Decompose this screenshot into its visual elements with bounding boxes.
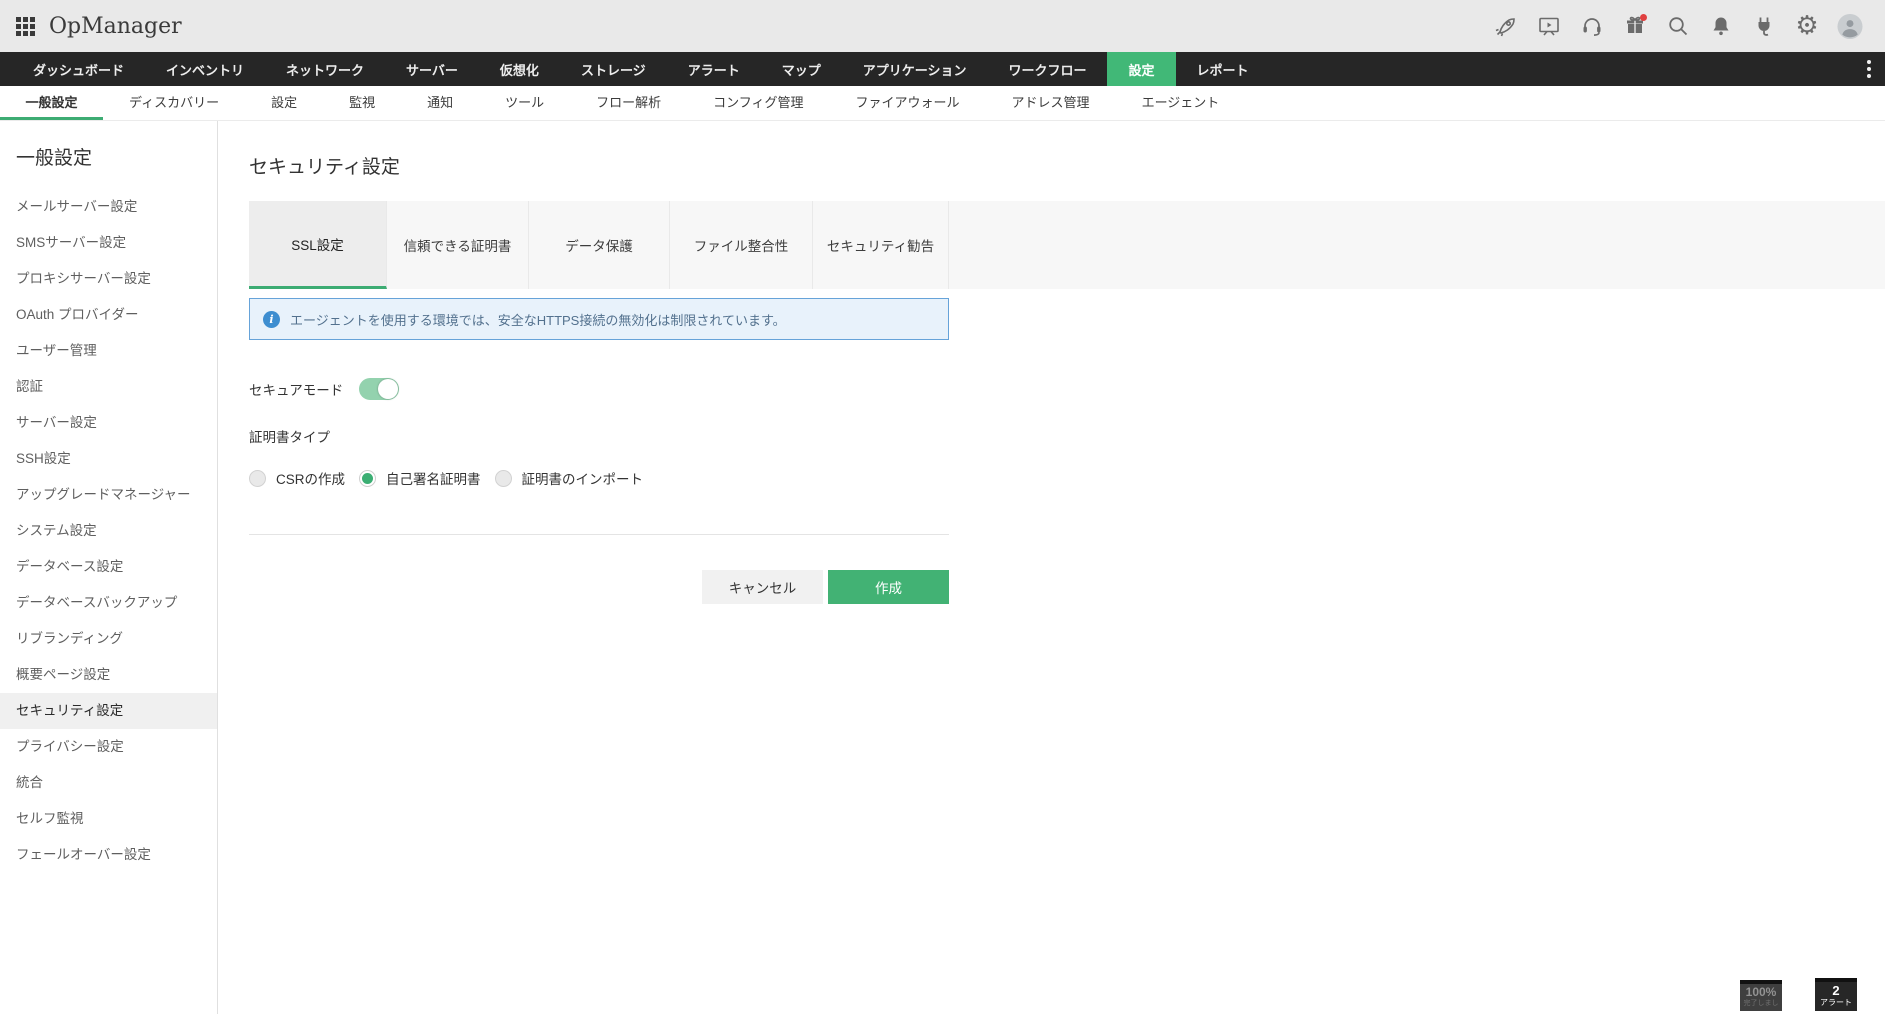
tab-data-protection[interactable]: データ保護 [529,201,670,289]
info-icon: i [263,311,280,328]
bell-icon[interactable] [1708,13,1734,39]
nav-virtualization[interactable]: 仮想化 [479,52,560,86]
radio-create-csr-circle[interactable] [249,470,266,487]
gear-icon[interactable]: ⚙ [1794,13,1820,39]
sidebar-item-ssh-settings[interactable]: SSH設定 [0,441,217,477]
sidebar-item-privacy-settings[interactable]: プライバシー設定 [0,729,217,765]
nav-alerts[interactable]: アラート [667,52,761,86]
topbar-icon-row: ⚙ [1493,13,1869,39]
nav-applications[interactable]: アプリケーション [842,52,988,86]
search-icon[interactable] [1665,13,1691,39]
sidebar-item-overview-page[interactable]: 概要ページ設定 [0,657,217,693]
top-bar: OpManager [0,0,1885,52]
settings-sidebar: 一般設定 メールサーバー設定 SMSサーバー設定 プロキシサーバー設定 OAut… [0,121,218,1014]
rocket-icon[interactable] [1493,13,1519,39]
sidebar-item-failover-settings[interactable]: フェールオーバー設定 [0,837,217,873]
plug-icon[interactable] [1751,13,1777,39]
sidebar-item-security-settings[interactable]: セキュリティ設定 [0,693,217,729]
nav-dashboard[interactable]: ダッシュボード [12,52,145,86]
sidebar-item-mail-server[interactable]: メールサーバー設定 [0,189,217,225]
sidebar-item-integrations[interactable]: 統合 [0,765,217,801]
headset-icon[interactable] [1579,13,1605,39]
sidebar-item-sms-server[interactable]: SMSサーバー設定 [0,225,217,261]
subnav-discovery[interactable]: ディスカバリー [103,86,245,120]
subnav-firewall[interactable]: ファイアウォール [830,86,986,120]
secure-mode-toggle[interactable] [359,378,399,400]
nav-settings[interactable]: 設定 [1107,52,1175,86]
subnav-notification[interactable]: 通知 [401,86,479,120]
sidebar-item-database-backup[interactable]: データベースバックアップ [0,585,217,621]
nav-reports[interactable]: レポート [1176,52,1270,86]
demo-player-icon[interactable] [1536,13,1562,39]
nav-storage[interactable]: ストレージ [560,52,667,86]
user-avatar[interactable] [1837,13,1863,39]
radio-import-certificate[interactable]: 証明書のインポート [495,468,644,488]
subnav-flow-analysis[interactable]: フロー解析 [570,86,687,120]
download-progress-badge[interactable]: 100% 完了しまし [1740,980,1782,1011]
radio-self-signed-circle[interactable] [359,470,376,487]
subnav-configuration[interactable]: 設定 [245,86,323,120]
info-banner: i エージェントを使用する環境では、安全なHTTPS接続の無効化は制限されていま… [249,298,949,340]
subnav-monitoring[interactable]: 監視 [323,86,401,120]
sidebar-item-rebranding[interactable]: リブランディング [0,621,217,657]
tab-file-integrity[interactable]: ファイル整合性 [670,201,813,289]
subnav-address-management[interactable]: アドレス管理 [986,86,1116,120]
cancel-button[interactable]: キャンセル [702,570,823,604]
form-divider [249,534,949,535]
settings-sub-navigation: 一般設定 ディスカバリー 設定 監視 通知 ツール フロー解析 コンフィグ管理 … [0,86,1885,121]
nav-workflow[interactable]: ワークフロー [987,52,1107,86]
sidebar-item-system-settings[interactable]: システム設定 [0,513,217,549]
kebab-menu-icon[interactable] [1853,52,1885,86]
sidebar-item-proxy-server[interactable]: プロキシサーバー設定 [0,261,217,297]
info-banner-text: エージェントを使用する環境では、安全なHTTPS接続の無効化は制限されています。 [290,310,786,329]
subnav-agent[interactable]: エージェント [1116,86,1246,120]
sidebar-item-authentication[interactable]: 認証 [0,369,217,405]
create-button[interactable]: 作成 [828,570,949,604]
app-logo: OpManager [49,14,182,39]
sidebar-item-self-monitoring[interactable]: セルフ監視 [0,801,217,837]
sidebar-item-server-settings[interactable]: サーバー設定 [0,405,217,441]
radio-import-certificate-circle[interactable] [495,470,512,487]
nav-server[interactable]: サーバー [385,52,479,86]
notification-dot [1640,14,1647,21]
tab-security-advisory[interactable]: セキュリティ勧告 [813,201,949,289]
sidebar-item-user-management[interactable]: ユーザー管理 [0,333,217,369]
page-title: セキュリティ設定 [249,152,1885,179]
gift-icon[interactable] [1622,13,1648,39]
sidebar-item-upgrade-manager[interactable]: アップグレードマネージャー [0,477,217,513]
sidebar-item-oauth-provider[interactable]: OAuth プロバイダー [0,297,217,333]
security-settings-panel: セキュリティ設定 SSL設定 信頼できる証明書 データ保護 ファイル整合性 セキ… [218,121,1885,1014]
subnav-config-management[interactable]: コンフィグ管理 [687,86,829,120]
alert-count-badge[interactable]: 2 アラート [1815,978,1857,1011]
certificate-type-label: 証明書タイプ [249,426,1885,446]
sidebar-item-database-settings[interactable]: データベース設定 [0,549,217,585]
tab-ssl-settings[interactable]: SSL設定 [249,201,387,289]
nav-maps[interactable]: マップ [761,52,842,86]
certificate-type-options: CSRの作成 自己署名証明書 証明書のインポート [249,468,1885,488]
radio-self-signed-certificate[interactable]: 自己署名証明書 [359,468,481,488]
security-tabs: SSL設定 信頼できる証明書 データ保護 ファイル整合性 セキュリティ勧告 [249,201,1885,289]
sidebar-title: 一般設定 [0,143,217,170]
tab-trusted-certificates[interactable]: 信頼できる証明書 [387,201,529,289]
nav-inventory[interactable]: インベントリ [145,52,265,86]
subnav-tools[interactable]: ツール [479,86,570,120]
nav-network[interactable]: ネットワーク [265,52,385,86]
apps-grid-icon[interactable] [16,17,35,36]
secure-mode-label: セキュアモード [249,379,343,399]
subnav-general-settings[interactable]: 一般設定 [0,86,103,120]
main-navigation: ダッシュボード インベントリ ネットワーク サーバー 仮想化 ストレージ アラー… [0,52,1885,86]
radio-create-csr[interactable]: CSRの作成 [249,468,345,488]
